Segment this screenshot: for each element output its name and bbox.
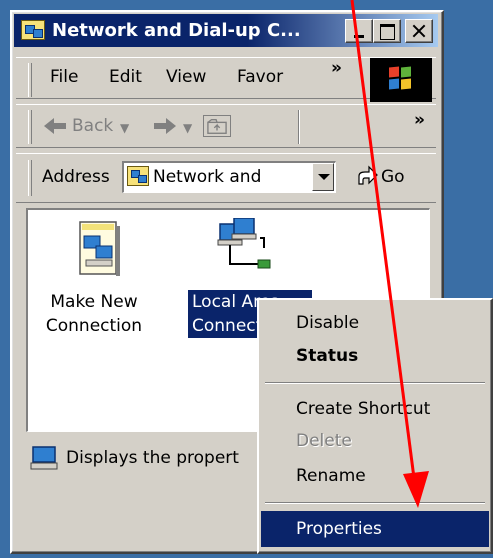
toolbar-overflow-chevron[interactable]: »	[414, 110, 425, 130]
menu-item-disable[interactable]: Disable	[261, 307, 489, 339]
go-button-label[interactable]: Go	[381, 165, 405, 189]
menu-overflow-chevron[interactable]: »	[331, 58, 342, 78]
menu-favorites[interactable]: Favor	[237, 60, 297, 94]
menu-separator	[265, 382, 485, 384]
network-folder-icon	[21, 20, 45, 40]
window-title: Network and Dial-up C...	[52, 20, 301, 41]
menu-item-status[interactable]: Status	[261, 340, 489, 372]
menu-edit[interactable]: Edit	[109, 60, 142, 94]
menu-bar-grip[interactable]	[28, 63, 32, 97]
menu-item-rename[interactable]: Rename	[261, 460, 489, 492]
address-dropdown-button[interactable]	[312, 163, 334, 191]
address-label: Address	[42, 167, 110, 187]
toolbar-grip[interactable]	[28, 110, 32, 144]
network-folder-icon	[127, 166, 149, 186]
address-value[interactable]: Network and	[153, 165, 309, 189]
forward-dropdown-icon[interactable]: ▼	[183, 121, 192, 135]
menu-item-delete: Delete	[296, 431, 352, 451]
back-button-label[interactable]: Back	[72, 114, 113, 138]
menu-view[interactable]: View	[166, 60, 206, 94]
menu-item-create-shortcut[interactable]: Create Shortcut	[261, 393, 489, 425]
forward-arrow-icon[interactable]	[152, 115, 178, 137]
status-text: Displays the propert	[66, 448, 239, 468]
up-folder-icon[interactable]	[203, 115, 231, 137]
computer-icon	[30, 446, 58, 470]
back-arrow-icon[interactable]	[42, 115, 68, 137]
lan-connection-icon[interactable]	[214, 218, 280, 282]
menu-separator	[265, 502, 485, 504]
minimize-button[interactable]	[345, 19, 373, 43]
close-button[interactable]	[405, 19, 433, 43]
toolbar-separator	[298, 110, 300, 144]
menu-file[interactable]: File	[50, 60, 78, 94]
address-bar-grip[interactable]	[28, 160, 32, 196]
windows-flag-icon	[389, 66, 413, 91]
menu-item-properties[interactable]: Properties	[261, 511, 489, 547]
make-new-connection-label[interactable]: Make New Connection	[34, 290, 154, 338]
item-label-line: Make New	[50, 292, 138, 312]
back-dropdown-icon[interactable]: ▼	[120, 121, 129, 135]
go-arrow-icon[interactable]	[355, 164, 379, 188]
item-label-line: Connection	[45, 316, 143, 336]
maximize-button[interactable]	[373, 19, 401, 43]
make-new-connection-icon[interactable]	[72, 218, 126, 282]
